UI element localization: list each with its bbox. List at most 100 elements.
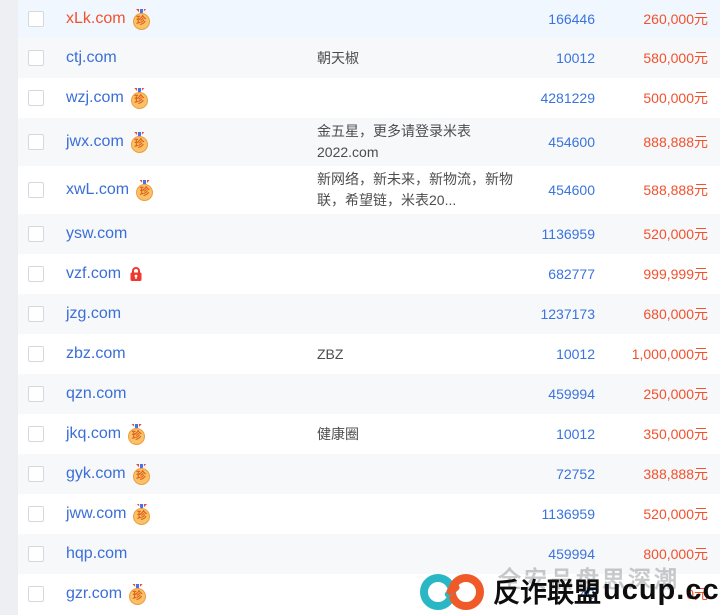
table-row: gzr.com 珍 400元 — [18, 574, 720, 614]
row-checkbox[interactable] — [28, 266, 44, 282]
price-label: 999,999元 — [595, 264, 708, 284]
table-row: jwx.com珍金五星，更多请登录米表2022.com454600888,888… — [18, 118, 720, 166]
lock-icon — [129, 266, 143, 282]
row-checkbox[interactable] — [28, 386, 44, 402]
table-row: ysw.com 1136959520,000元 — [18, 214, 720, 254]
domain-link[interactable]: gyk.com — [66, 465, 126, 483]
left-gutter — [0, 0, 18, 615]
visits-count: 166446 — [517, 11, 595, 27]
domain-link[interactable]: ctj.com — [66, 49, 117, 67]
table-row: vzf.com 682777999,999元 — [18, 254, 720, 294]
domain-cell: jkq.com 珍 — [66, 424, 317, 445]
domain-link[interactable]: ysw.com — [66, 225, 127, 243]
table-row: jww.com 珍 1136959520,000元 — [18, 494, 720, 534]
row-checkbox[interactable] — [28, 134, 44, 150]
domain-link[interactable]: jwx.com — [66, 133, 124, 151]
domain-description: 健康圈 — [317, 424, 517, 445]
domain-description: 金五星，更多请登录米表2022.com — [317, 121, 517, 163]
price-label: 520,000元 — [595, 224, 708, 244]
row-checkbox[interactable] — [28, 50, 44, 66]
domain-table: xLk.com 珍 166446260,000元 ctj.com朝天椒10012580… — [18, 0, 720, 614]
table-row: xLk.com 珍 166446260,000元 — [18, 0, 720, 38]
row-checkbox[interactable] — [28, 226, 44, 242]
visits-count: 10012 — [517, 346, 595, 362]
table-row: zbz.comZBZ100121,000,000元 — [18, 334, 720, 374]
domain-cell: wzj.com 珍 — [66, 88, 317, 109]
domain-cell: jwx.com 珍 — [66, 132, 317, 153]
row-checkbox[interactable] — [28, 306, 44, 322]
visits-count: 72752 — [517, 466, 595, 482]
row-checkbox[interactable] — [28, 426, 44, 442]
domain-cell: ctj.com — [66, 49, 317, 67]
row-checkbox[interactable] — [28, 346, 44, 362]
precious-medal-icon: 珍 — [133, 464, 151, 485]
domain-cell: zbz.com — [66, 345, 317, 363]
row-checkbox[interactable] — [28, 546, 44, 562]
medal-coin: 珍 — [133, 508, 150, 525]
row-checkbox[interactable] — [28, 182, 44, 198]
price-label: 388,888元 — [595, 464, 708, 484]
medal-coin: 珍 — [133, 468, 150, 485]
medal-coin: 珍 — [136, 184, 153, 201]
row-checkbox[interactable] — [28, 586, 44, 602]
price-label: 800,000元 — [595, 544, 708, 564]
domain-link[interactable]: jzg.com — [66, 305, 121, 323]
domain-cell: ysw.com — [66, 225, 317, 243]
row-checkbox[interactable] — [28, 90, 44, 106]
medal-coin: 珍 — [133, 13, 150, 30]
domain-link[interactable]: xwL.com — [66, 181, 129, 199]
table-row: xwL.com珍新网络，新未来，新物流，新物联，希望链，米表20...45460… — [18, 166, 720, 214]
domain-cell: hqp.com — [66, 545, 317, 563]
domain-cell: xwL.com 珍 — [66, 180, 317, 201]
domain-link[interactable]: vzf.com — [66, 265, 121, 283]
visits-count: 459994 — [517, 386, 595, 402]
price-label: 500,000元 — [595, 88, 708, 108]
domain-link[interactable]: hqp.com — [66, 545, 127, 563]
table-row: qzn.com 459994250,000元 — [18, 374, 720, 414]
visits-count: 4281229 — [517, 90, 595, 106]
visits-count: 10012 — [517, 50, 595, 66]
domain-link[interactable]: qzn.com — [66, 385, 126, 403]
table-row: wzj.com 珍 4281229500,000元 — [18, 78, 720, 118]
domain-cell: xLk.com 珍 — [66, 9, 317, 30]
visits-count: 1136959 — [517, 226, 595, 242]
medal-coin: 珍 — [131, 136, 148, 153]
table-row: gyk.com 珍 72752388,888元 — [18, 454, 720, 494]
visits-count: 459994 — [517, 546, 595, 562]
price-label: 580,000元 — [595, 48, 708, 68]
table-row: hqp.com 459994800,000元 — [18, 534, 720, 574]
medal-coin: 珍 — [129, 588, 146, 605]
medal-coin: 珍 — [131, 92, 148, 109]
visits-count: 40 — [517, 586, 595, 602]
domain-link[interactable]: jkq.com — [66, 425, 121, 443]
row-checkbox[interactable] — [28, 11, 44, 27]
visits-count: 454600 — [517, 134, 595, 150]
visits-count: 454600 — [517, 182, 595, 198]
visits-count: 1136959 — [517, 506, 595, 522]
domain-cell: gyk.com 珍 — [66, 464, 317, 485]
visits-count: 682777 — [517, 266, 595, 282]
precious-medal-icon: 珍 — [133, 504, 151, 525]
domain-link[interactable]: wzj.com — [66, 89, 124, 107]
domain-link[interactable]: jww.com — [66, 505, 126, 523]
price-label: 0元 — [595, 584, 708, 604]
price-label: 260,000元 — [595, 9, 708, 29]
price-label: 250,000元 — [595, 384, 708, 404]
precious-medal-icon: 珍 — [129, 584, 147, 605]
price-label: 520,000元 — [595, 504, 708, 524]
table-row: jzg.com1237173680,000元 — [18, 294, 720, 334]
table-row: ctj.com朝天椒10012580,000元 — [18, 38, 720, 78]
precious-medal-icon: 珍 — [128, 424, 146, 445]
precious-medal-icon: 珍 — [136, 180, 154, 201]
medal-coin: 珍 — [128, 428, 145, 445]
table-row: jkq.com 珍 健康圈10012350,000元 — [18, 414, 720, 454]
domain-link[interactable]: xLk.com — [66, 10, 126, 28]
price-label: 588,888元 — [595, 180, 708, 200]
domain-link[interactable]: zbz.com — [66, 345, 126, 363]
domain-link[interactable]: gzr.com — [66, 585, 122, 603]
row-checkbox[interactable] — [28, 466, 44, 482]
precious-medal-icon: 珍 — [131, 88, 149, 109]
row-checkbox[interactable] — [28, 506, 44, 522]
price-label: 350,000元 — [595, 424, 708, 444]
visits-count: 10012 — [517, 426, 595, 442]
